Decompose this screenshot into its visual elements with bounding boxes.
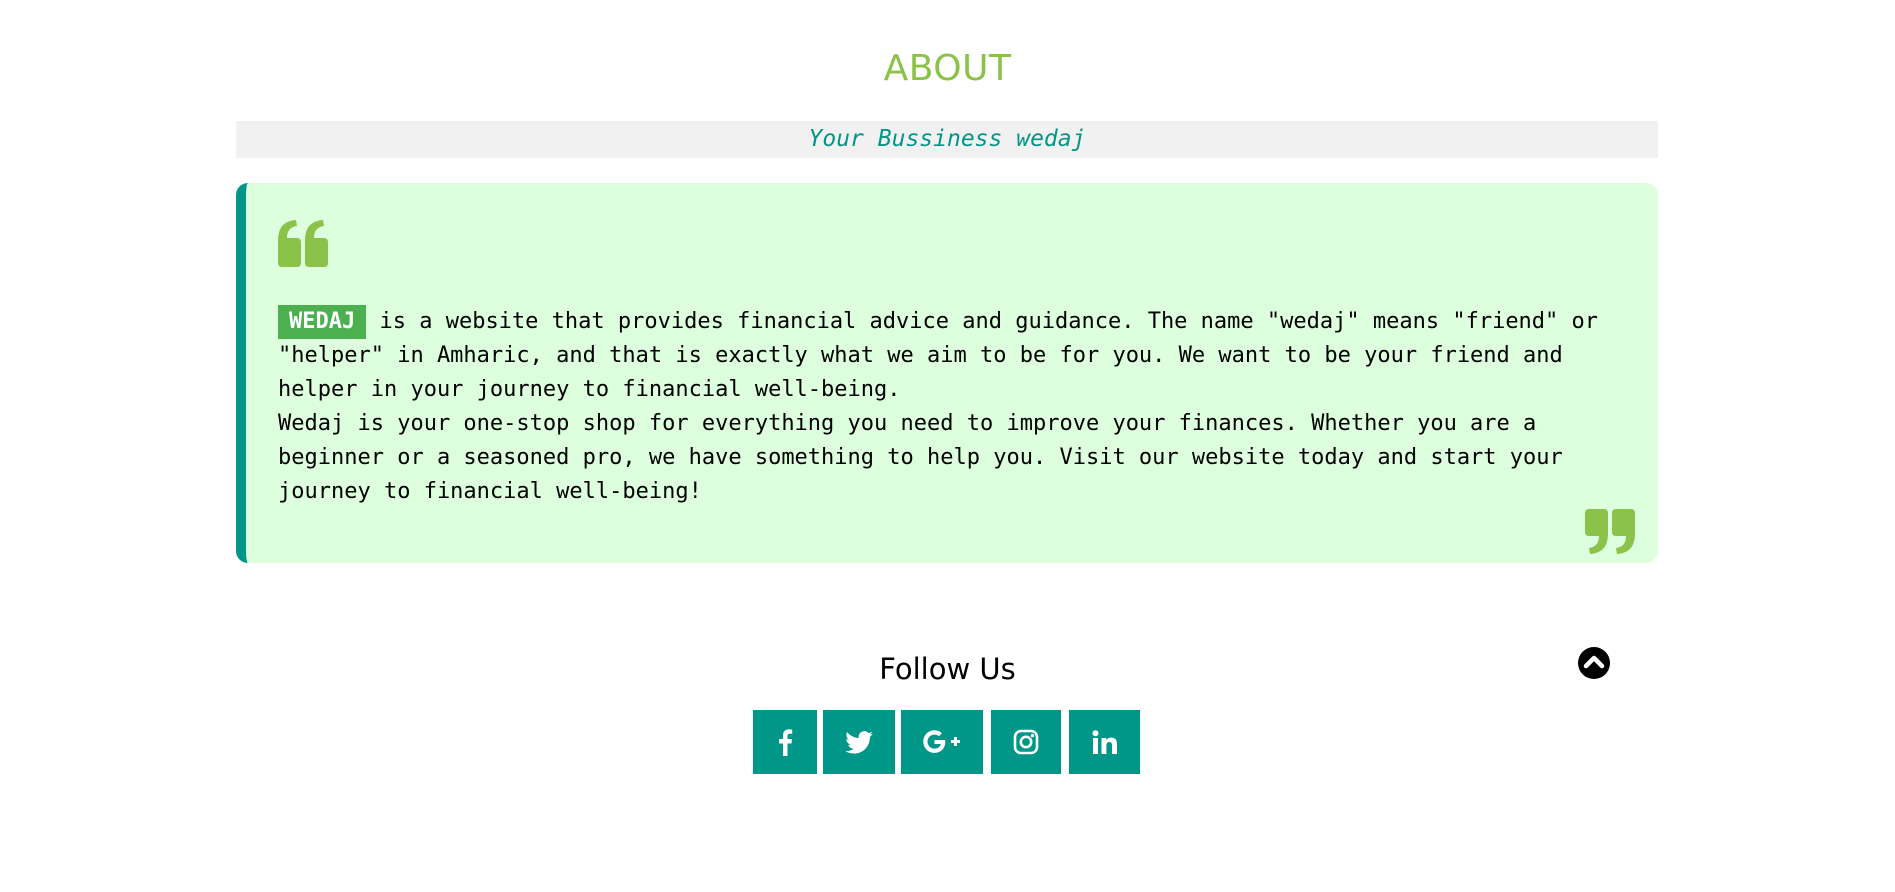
about-paragraph-1-text: is a website that provides financial adv… [278,309,1599,402]
instagram-icon [1013,729,1039,755]
about-quote-card: WEDAJ is a website that provides financi… [236,183,1658,563]
linkedin-link[interactable] [1069,710,1140,774]
follow-us-heading: Follow Us [879,652,1016,686]
quote-open-icon [278,220,328,267]
twitter-icon [845,730,873,754]
about-heading: ABOUT [883,48,1012,89]
brand-tag: WEDAJ [278,305,367,339]
about-paragraph-2: Wedaj is your one-stop shop for everythi… [278,411,1563,504]
about-subtitle: Your Bussiness wedaj [236,121,1658,158]
about-paragraph-1: WEDAJ is a website that provides financi… [278,305,1648,407]
linkedin-icon [1092,730,1117,754]
google-plus-link[interactable] [901,710,983,774]
twitter-link[interactable] [823,710,895,774]
facebook-icon [779,729,793,756]
quote-close-icon [1585,509,1635,554]
about-quote-text: WEDAJ is a website that provides financi… [278,305,1648,509]
google-plus-icon [923,730,960,753]
facebook-link[interactable] [753,710,817,774]
instagram-link[interactable] [991,710,1061,774]
